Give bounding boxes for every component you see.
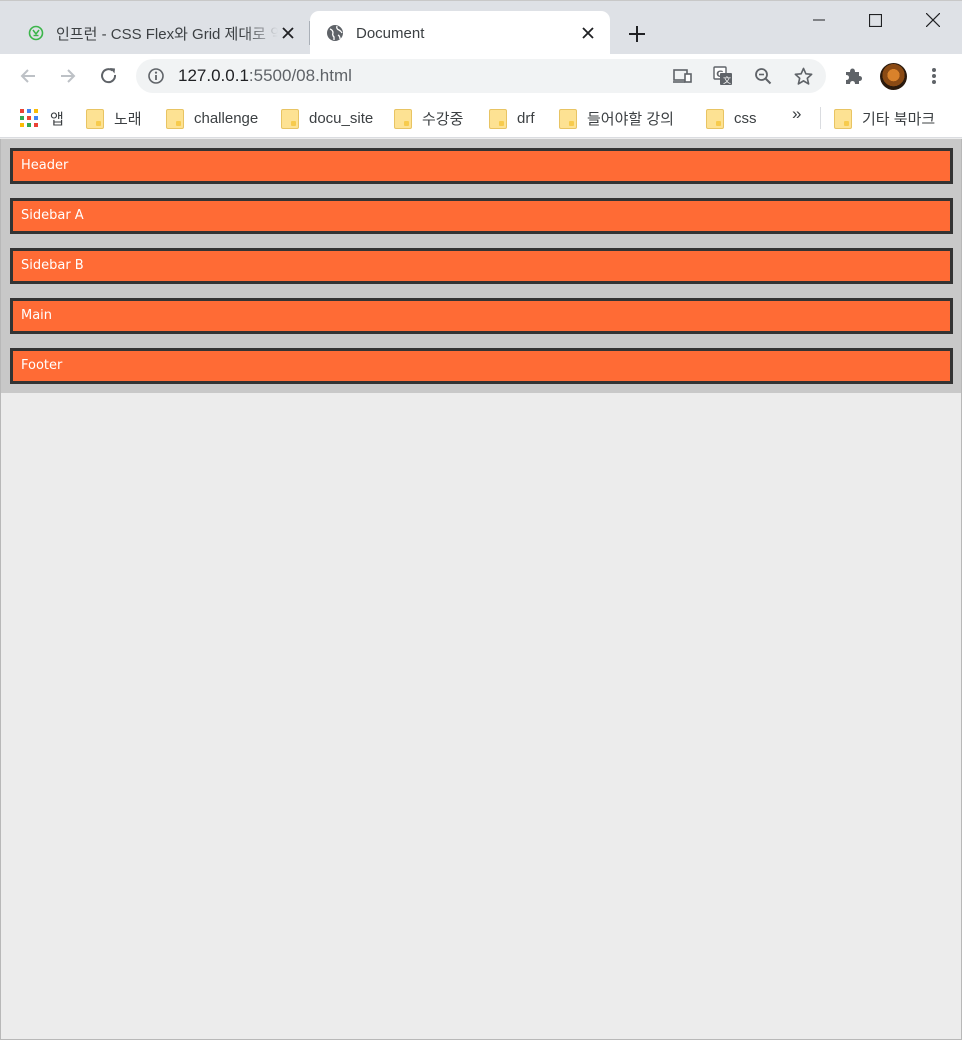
- folder-icon: [706, 109, 724, 129]
- bookmark-label: challenge: [194, 109, 259, 127]
- address-bar[interactable]: 127.0.0.1:5500/08.html G文: [136, 59, 826, 93]
- bookmark-apps[interactable]: 앱: [20, 105, 64, 131]
- cast-device-icon[interactable]: [671, 64, 695, 88]
- forward-arrow-icon: [61, 69, 76, 83]
- close-icon: [926, 13, 940, 27]
- maximize-button[interactable]: [846, 1, 904, 39]
- bookmark-folder[interactable]: challenge: [166, 105, 258, 131]
- grid-container: Header Sidebar A Sidebar B Main Footer: [1, 139, 961, 393]
- bookmark-folder[interactable]: drf: [489, 105, 535, 131]
- bookmark-folder[interactable]: 수강중: [394, 105, 463, 131]
- extensions-puzzle-icon[interactable]: [839, 62, 867, 90]
- maximize-icon: [868, 13, 882, 27]
- bookmark-folder[interactable]: css: [706, 105, 757, 131]
- back-arrow-icon: [20, 69, 35, 83]
- bookmarks-divider: [820, 107, 821, 129]
- tab-inflearn[interactable]: 인프런 - CSS Flex와 Grid 제대로 익히기: [12, 11, 310, 55]
- apps-grid-icon: [20, 109, 38, 127]
- header-item: Header: [10, 148, 953, 184]
- globe-icon: [326, 24, 344, 42]
- tab-document[interactable]: Document: [310, 11, 610, 55]
- svg-text:文: 文: [723, 75, 731, 85]
- bookmarks-bar: 앱 노래 challenge docu_site 수강중 drf 들어야할 강의…: [0, 98, 962, 138]
- reload-icon: [101, 68, 117, 84]
- close-tab-icon[interactable]: [278, 23, 298, 43]
- bookmark-folder[interactable]: docu_site: [281, 105, 373, 131]
- reload-button[interactable]: [91, 58, 127, 94]
- more-menu-icon[interactable]: [920, 62, 948, 90]
- folder-icon: [559, 109, 577, 129]
- browser-toolbar: 127.0.0.1:5500/08.html G文: [0, 54, 962, 98]
- bookmark-folder[interactable]: 노래: [86, 105, 142, 131]
- profile-avatar[interactable]: [880, 63, 907, 90]
- translate-icon[interactable]: G文: [711, 64, 735, 88]
- page-viewport: Header Sidebar A Sidebar B Main Footer: [0, 139, 962, 1040]
- bookmark-label: 들어야할 강의: [587, 110, 674, 128]
- bookmark-label: 앱: [50, 110, 64, 128]
- folder-icon: [281, 109, 299, 129]
- bookmark-star-icon[interactable]: [791, 64, 815, 88]
- bookmark-folder[interactable]: 들어야할 강의: [559, 105, 674, 131]
- minimize-button[interactable]: [790, 1, 848, 39]
- bookmark-label: 노래: [114, 110, 142, 128]
- bookmarks-overflow-chevron[interactable]: »: [792, 104, 801, 124]
- url-path: :5500/08.html: [248, 66, 352, 85]
- folder-icon: [394, 109, 412, 129]
- folder-icon: [489, 109, 507, 129]
- tab-title: Document: [356, 24, 425, 42]
- sidebar-a-item: Sidebar A: [10, 198, 953, 234]
- footer-item: Footer: [10, 348, 953, 384]
- bookmark-label: 기타 북마크: [862, 110, 936, 128]
- plus-icon: [629, 26, 645, 42]
- minimize-icon: [813, 19, 825, 21]
- close-tab-icon[interactable]: [578, 23, 598, 43]
- folder-icon: [834, 109, 852, 129]
- url-text[interactable]: 127.0.0.1:5500/08.html: [178, 59, 352, 93]
- bookmark-label: 수강중: [422, 110, 464, 128]
- browser-title-bar: 인프런 - CSS Flex와 Grid 제대로 익히기 Document: [0, 0, 962, 55]
- inflearn-icon: [28, 25, 44, 41]
- bookmark-label: docu_site: [309, 109, 374, 127]
- site-info-icon[interactable]: [146, 66, 166, 86]
- folder-icon: [166, 109, 184, 129]
- main-item: Main: [10, 298, 953, 334]
- new-tab-button[interactable]: [622, 19, 652, 49]
- sidebar-b-item: Sidebar B: [10, 248, 953, 284]
- url-host: 127.0.0.1: [178, 66, 249, 85]
- zoom-out-icon[interactable]: [751, 64, 775, 88]
- bookmark-label: css: [734, 109, 757, 127]
- close-window-button[interactable]: [904, 1, 962, 39]
- tab-title: 인프런 - CSS Flex와 Grid 제대로 익히기: [56, 25, 278, 43]
- back-button[interactable]: [10, 58, 46, 94]
- folder-icon: [86, 109, 104, 129]
- bookmark-label: drf: [517, 109, 535, 127]
- forward-button[interactable]: [50, 58, 86, 94]
- bookmark-other[interactable]: 기타 북마크: [834, 105, 935, 131]
